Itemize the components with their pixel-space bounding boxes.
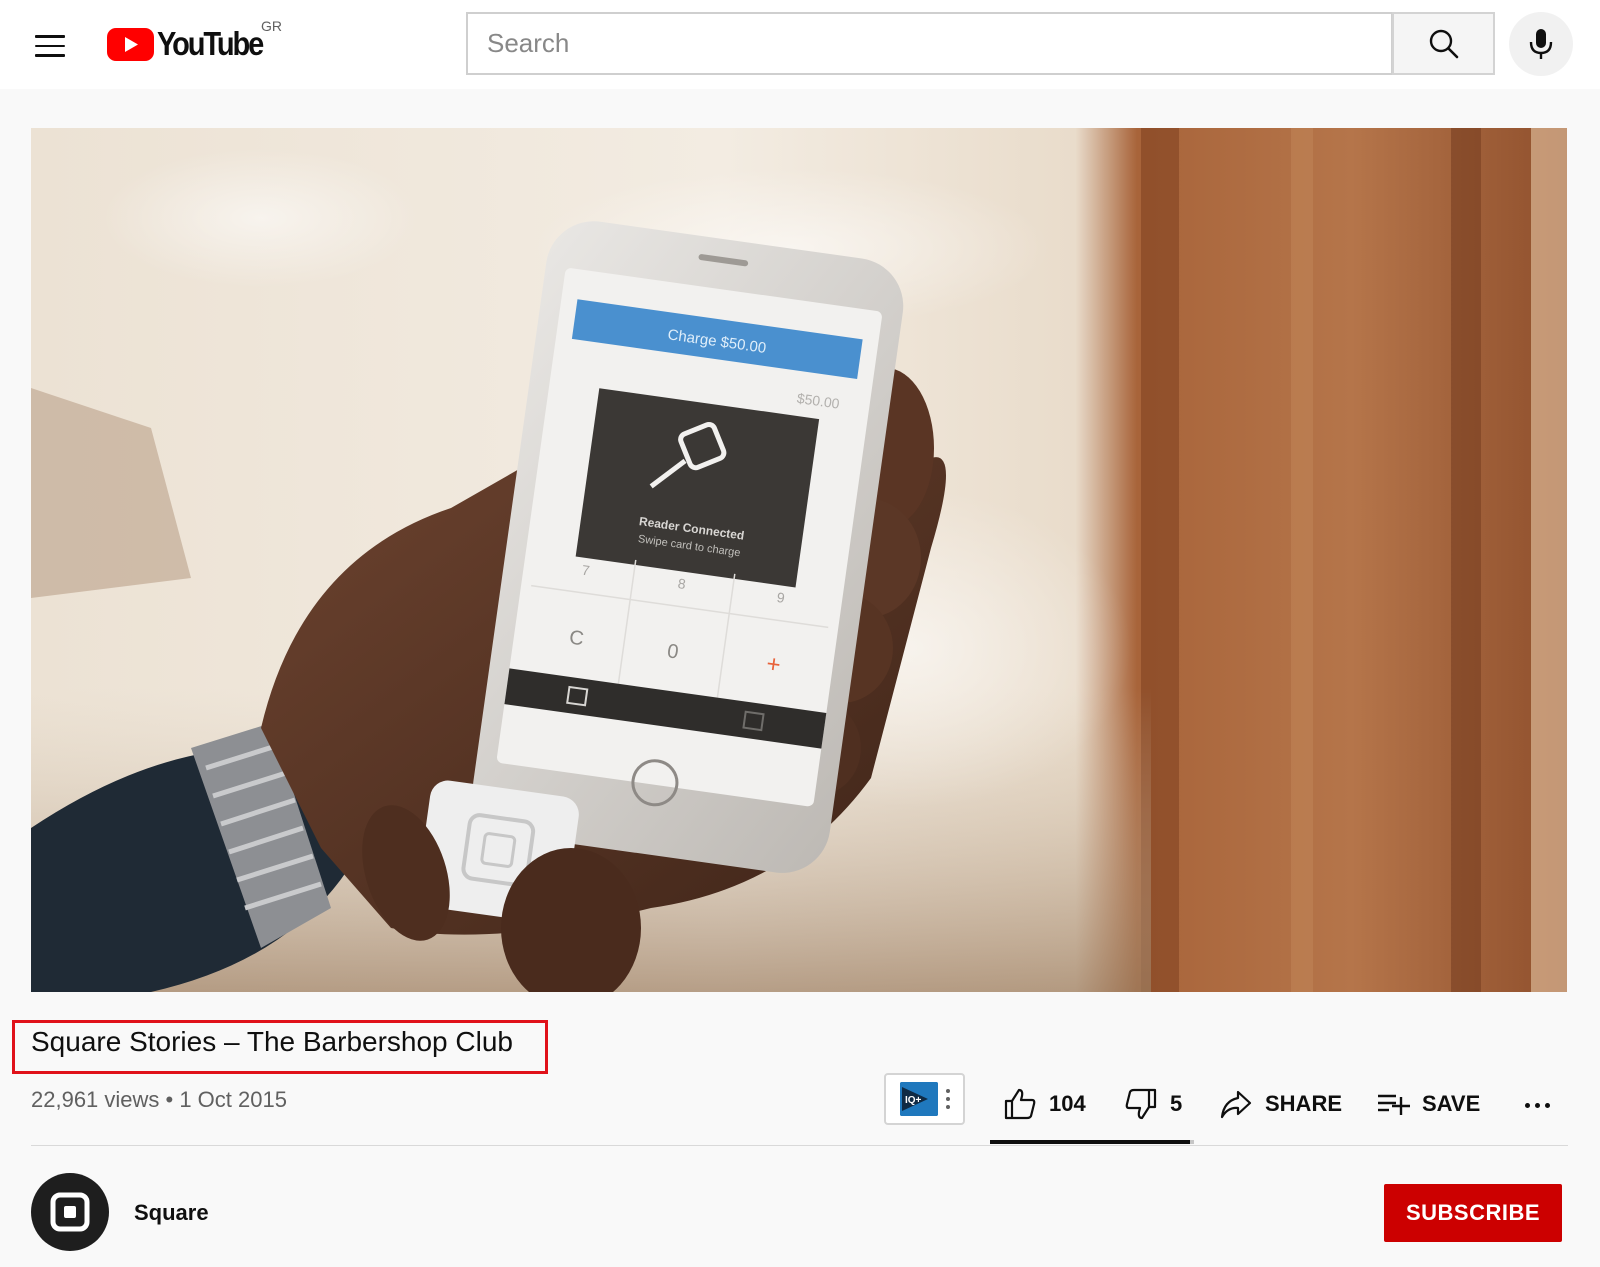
channel-avatar[interactable] bbox=[31, 1173, 109, 1251]
dislike-count: 5 bbox=[1170, 1091, 1183, 1116]
like-ratio-fill bbox=[990, 1140, 1190, 1144]
save-button[interactable]: SAVE bbox=[1376, 1085, 1480, 1123]
square-logo-icon bbox=[50, 1192, 90, 1232]
search-icon bbox=[1429, 29, 1458, 58]
share-label: SHARE bbox=[1265, 1091, 1343, 1116]
youtube-logo[interactable]: YouTube bbox=[107, 24, 276, 64]
thumbs-down-icon bbox=[1125, 1088, 1157, 1120]
iq-extension-widget[interactable]: IQ+ bbox=[884, 1073, 965, 1125]
dislike-button[interactable]: 5 bbox=[1124, 1085, 1182, 1123]
share-icon bbox=[1220, 1090, 1252, 1119]
country-code: GR bbox=[261, 18, 282, 34]
divider bbox=[31, 1145, 1568, 1146]
search-input[interactable] bbox=[468, 14, 1391, 73]
phone-key-clear: C bbox=[568, 627, 585, 651]
video-view-count-and-date: 22,961 views • 1 Oct 2015 bbox=[31, 1087, 287, 1112]
save-label: SAVE bbox=[1422, 1091, 1481, 1116]
playlist-add-icon bbox=[1378, 1094, 1410, 1115]
youtube-play-icon bbox=[107, 27, 154, 61]
microphone-icon bbox=[1529, 29, 1553, 59]
masthead: YouTube GR bbox=[0, 0, 1600, 89]
like-count: 104 bbox=[1049, 1091, 1086, 1116]
video-title: Square Stories – The Barbershop Club bbox=[31, 1026, 513, 1057]
voice-search-button[interactable] bbox=[1509, 12, 1573, 76]
channel-name[interactable]: Square bbox=[134, 1200, 209, 1226]
iq-more-icon[interactable] bbox=[945, 1089, 950, 1109]
search-field bbox=[466, 12, 1393, 75]
video-frame: Charge $50.00 $50.00 Reader Connected Sw… bbox=[31, 128, 1567, 992]
more-actions-icon[interactable] bbox=[1520, 1090, 1554, 1120]
logo-wordmark: YouTube bbox=[157, 25, 264, 62]
thumbs-up-icon bbox=[1004, 1088, 1036, 1120]
like-button[interactable]: 104 bbox=[1003, 1085, 1086, 1123]
menu-icon[interactable] bbox=[26, 22, 74, 70]
search-button[interactable] bbox=[1392, 12, 1495, 75]
subscribe-button[interactable]: SUBSCRIBE bbox=[1384, 1184, 1562, 1242]
svg-text:IQ+: IQ+ bbox=[905, 1095, 922, 1106]
video-player[interactable]: Charge $50.00 $50.00 Reader Connected Sw… bbox=[31, 128, 1567, 992]
share-button[interactable]: SHARE bbox=[1219, 1085, 1342, 1123]
iq-logo-icon: IQ+ bbox=[899, 1082, 938, 1116]
like-ratio-bar bbox=[990, 1140, 1194, 1144]
